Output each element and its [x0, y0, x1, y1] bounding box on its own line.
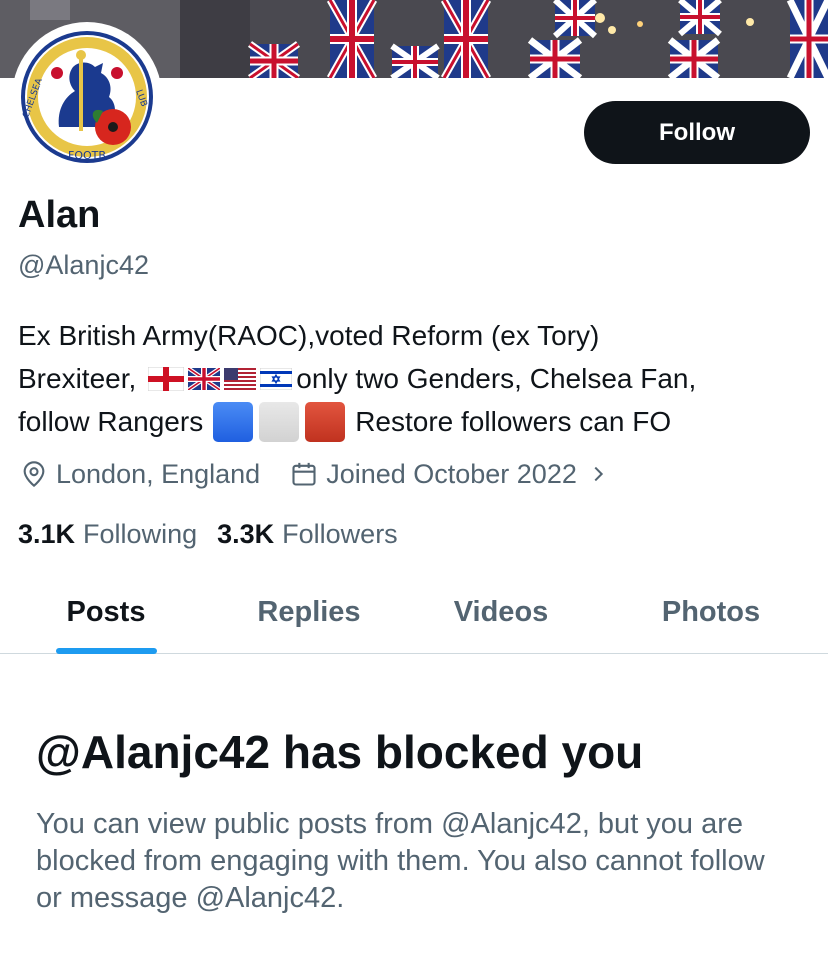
tab-videos-label: Videos: [453, 596, 549, 628]
following-link[interactable]: 3.1K Following: [18, 516, 197, 552]
profile-meta: London, England Joined October 2022: [20, 456, 639, 492]
profile-tabs: Posts Replies Videos Photos: [0, 572, 828, 654]
follow-button[interactable]: Follow: [584, 101, 810, 164]
uk-flag-icon: [188, 367, 221, 390]
union-jack-bunting-1: [247, 41, 301, 78]
blocked-title: @Alanjc42 has blocked you: [36, 726, 644, 778]
tab-replies-label: Replies: [257, 596, 361, 628]
following-count: 3.1K: [18, 519, 76, 549]
user-handle: @Alanjc42: [18, 250, 149, 280]
us-flag-icon: [224, 367, 257, 390]
joined-date[interactable]: Joined October 2022: [290, 456, 609, 492]
bio-text-3-prefix: follow Rangers: [18, 406, 204, 437]
bio-line-3: follow Rangers Restore followers can FO: [18, 400, 818, 443]
followers-label: Followers: [282, 519, 398, 549]
tab-photos-label: Photos: [661, 596, 761, 628]
tab-posts[interactable]: Posts: [20, 572, 192, 654]
following-label: Following: [83, 519, 198, 549]
joined-text: Joined October 2022: [326, 459, 577, 489]
blocked-message: You can view public posts from @Alanjc42…: [36, 808, 765, 914]
active-tab-indicator: [56, 648, 157, 654]
white-square-emoji: [259, 401, 300, 442]
location: London, England: [20, 456, 260, 492]
follow-stats: 3.1K Following 3.3K Followers: [18, 516, 418, 552]
bio-line-1: Ex British Army(RAOC),voted Reform (ex T…: [18, 314, 818, 357]
red-square-emoji: [305, 401, 346, 442]
location-text: London, England: [56, 459, 261, 489]
avatar[interactable]: FOOTB CHELSEA LUB: [12, 22, 162, 172]
chevron-right-icon: [594, 466, 603, 482]
followers-link[interactable]: 3.3K Followers: [217, 516, 398, 552]
bio-line-2: Brexiteer, only two Genders, Chelsea Fan…: [18, 357, 818, 400]
bio-text-2-suffix: only two Genders, Chelsea Fan,: [296, 363, 697, 394]
tab-posts-label: Posts: [66, 596, 146, 628]
israel-flag-icon: [260, 367, 293, 390]
bio-text-1: Ex British Army(RAOC),voted Reform (ex T…: [18, 320, 600, 351]
calendar-icon: [292, 462, 316, 486]
tab-photos[interactable]: Photos: [616, 572, 806, 653]
chelsea-crest-avatar-image: FOOTB CHELSEA LUB: [17, 27, 157, 167]
followers-count: 3.3K: [217, 519, 275, 549]
blue-square-emoji: [213, 401, 254, 442]
bio-text-3-suffix: Restore followers can FO: [355, 406, 672, 437]
profile-bio: Ex British Army(RAOC),voted Reform (ex T…: [18, 314, 818, 443]
display-name: Alan: [18, 194, 101, 236]
bio-text-2-prefix: Brexiteer,: [18, 363, 137, 394]
england-flag-icon: [148, 366, 185, 391]
location-pin-icon: [23, 461, 45, 488]
svg-text:FOOTB: FOOTB: [68, 149, 106, 162]
tab-replies[interactable]: Replies: [214, 572, 404, 653]
tab-videos[interactable]: Videos: [410, 572, 592, 653]
